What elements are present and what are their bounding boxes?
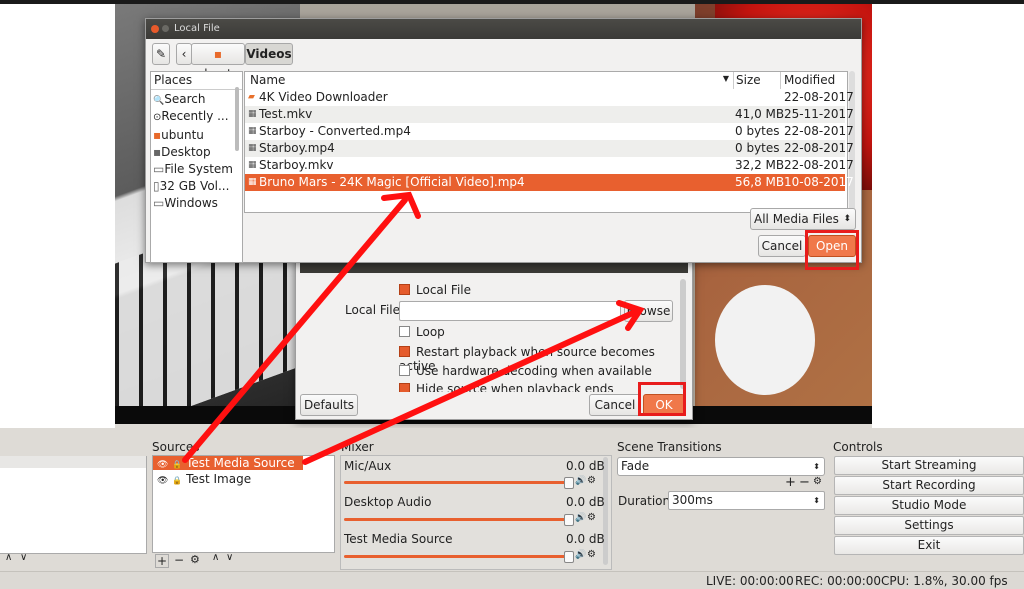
annotation-arrows bbox=[182, 191, 645, 465]
arrow-to-browse bbox=[302, 309, 638, 465]
arrow-to-file bbox=[182, 197, 408, 463]
